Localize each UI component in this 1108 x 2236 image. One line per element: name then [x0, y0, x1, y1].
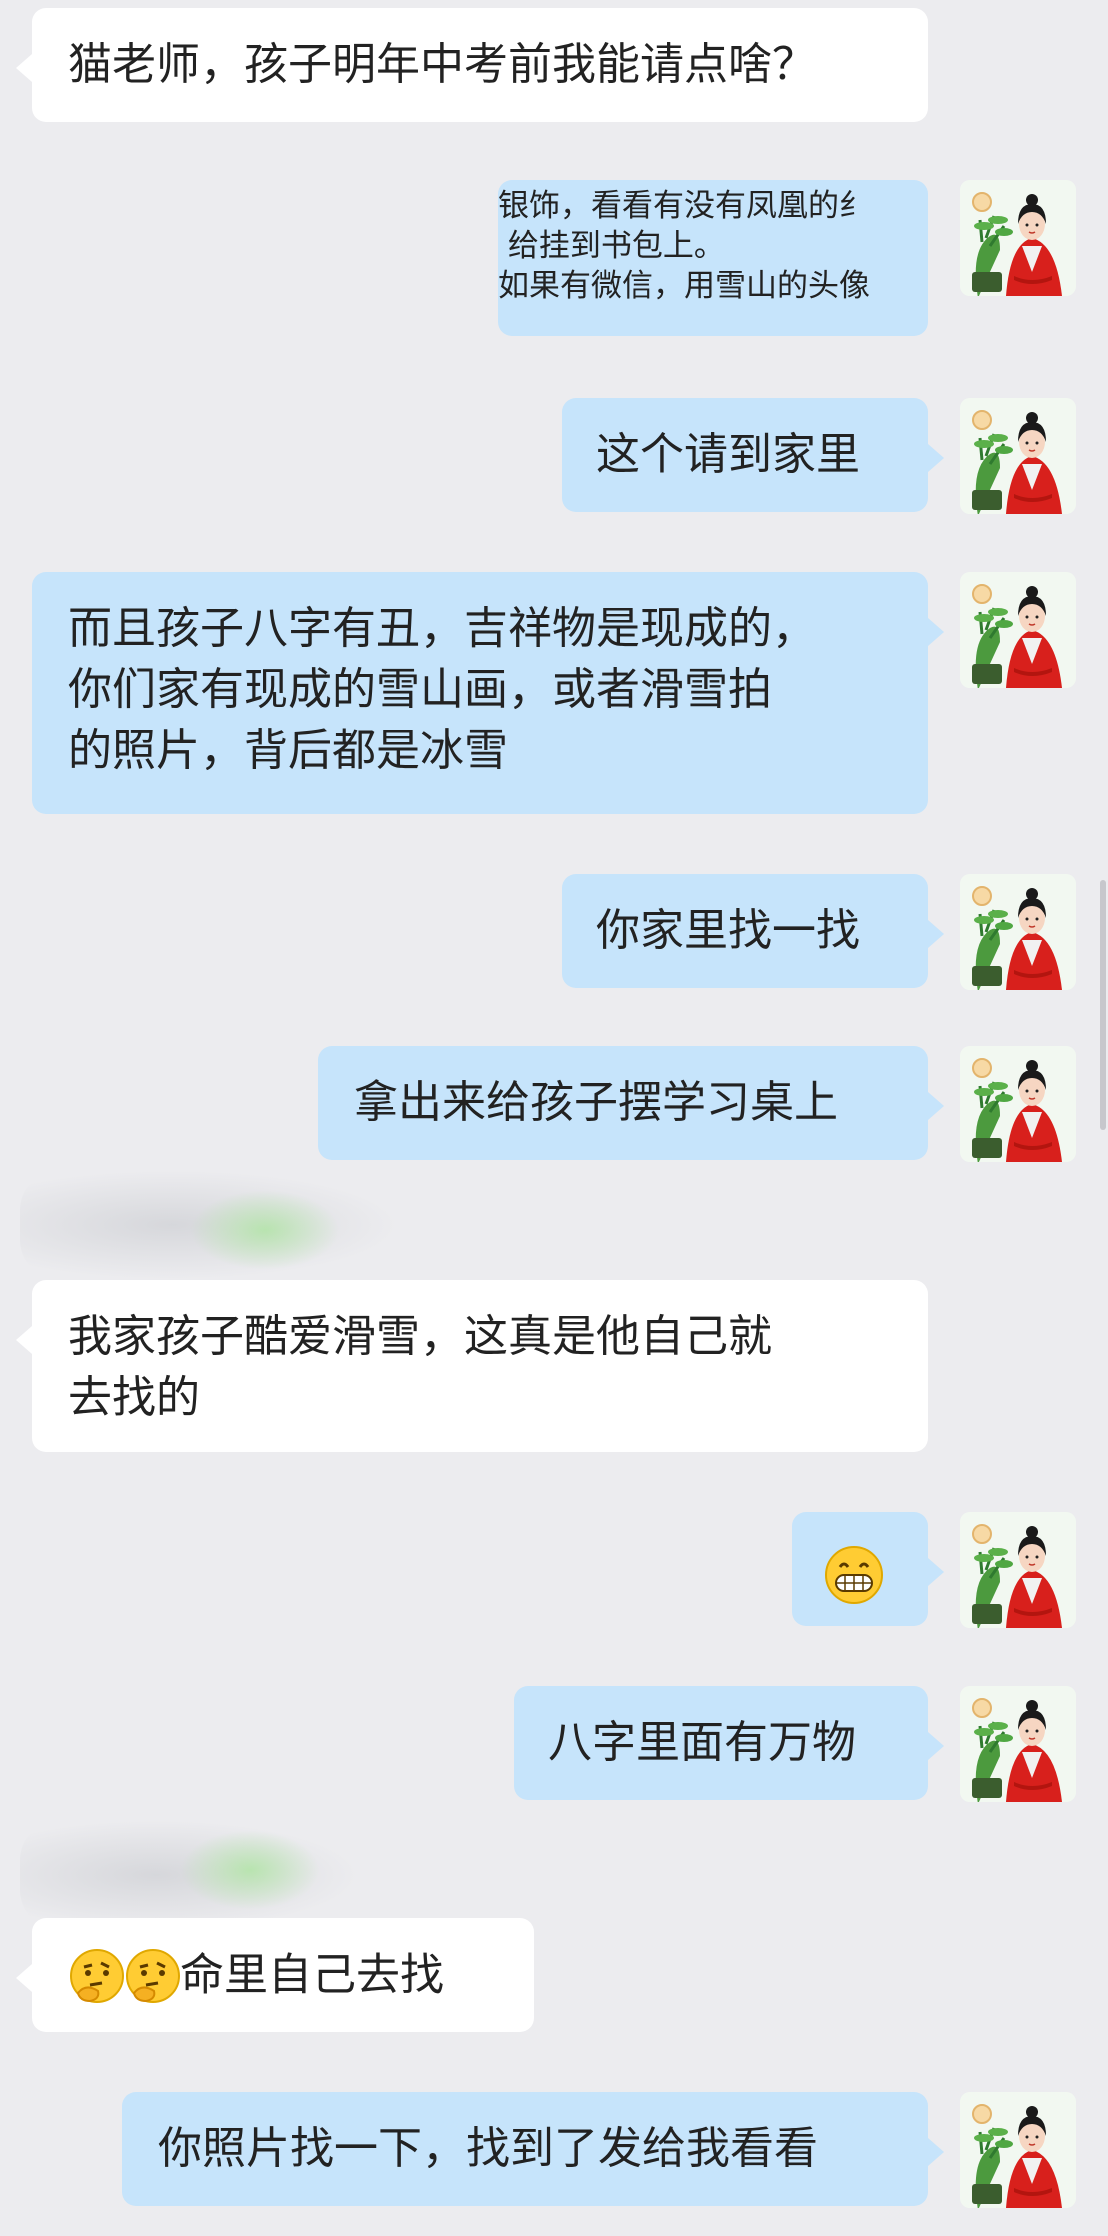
teacher-avatar-icon: [960, 1686, 1076, 1802]
message-line: 我家孩子酷爱滑雪，这真是他自己就: [68, 1311, 772, 1362]
message-line: 如果有微信，用雪山的头像: [498, 268, 870, 304]
teacher-avatar[interactable]: [960, 1686, 1076, 1802]
message-text: 你照片找一下，找到了发给我看看: [158, 2123, 818, 2174]
thinking-face-icon: [124, 1947, 180, 2003]
outgoing-message-bubble[interactable]: 你家里找一找: [562, 874, 944, 988]
scrollbar[interactable]: [1100, 880, 1106, 1130]
outgoing-message-bubble[interactable]: [792, 1512, 944, 1626]
message-text: 猫老师，孩子明年中考前我能请点啥？: [68, 39, 816, 90]
message-line: 银饰，看看有没有凤凰的纟: [498, 188, 870, 224]
teacher-avatar[interactable]: [960, 398, 1076, 514]
message-text: 拿出来给孩子摆学习桌上: [354, 1077, 838, 1128]
teacher-avatar-icon: [960, 2092, 1076, 2208]
blurred-sender-info: [20, 1170, 400, 1280]
teacher-avatar-icon: [960, 1512, 1076, 1628]
incoming-message-bubble[interactable]: 猫老师，孩子明年中考前我能请点啥？: [16, 8, 928, 122]
thinking-face-icon: [68, 1947, 124, 2003]
teacher-avatar[interactable]: [960, 572, 1076, 688]
grinning-face-icon: [824, 1545, 883, 1604]
outgoing-message-bubble[interactable]: 这个请到家里: [562, 398, 944, 512]
outgoing-message-bubble[interactable]: 你照片找一下，找到了发给我看看: [122, 2092, 944, 2206]
message-text: 你家里找一找: [596, 905, 860, 956]
incoming-message-bubble[interactable]: 我家孩子酷爱滑雪，这真是他自己就 去找的: [16, 1280, 928, 1452]
teacher-avatar-icon: [960, 572, 1076, 688]
outgoing-message-bubble[interactable]: 而且孩子八字有丑，吉祥物是现成的， 你们家有现成的雪山画，或者滑雪拍 的照片，背…: [32, 572, 944, 814]
message-text: 八字里面有万物: [548, 1717, 856, 1768]
outgoing-message-bubble[interactable]: 拿出来给孩子摆学习桌上: [318, 1046, 944, 1160]
teacher-avatar-icon: [960, 874, 1076, 990]
message-line: 的照片，背后都是冰雪: [68, 725, 508, 776]
message-line: 而且孩子八字有丑，吉祥物是现成的，: [68, 603, 816, 654]
message-line: 去找的: [68, 1372, 200, 1423]
teacher-avatar[interactable]: [960, 874, 1076, 990]
teacher-avatar-icon: [960, 398, 1076, 514]
teacher-avatar[interactable]: [960, 2092, 1076, 2208]
incoming-message-bubble[interactable]: 命里自己去找: [16, 1918, 534, 2032]
teacher-avatar[interactable]: [960, 1512, 1076, 1628]
teacher-avatar-icon: [960, 1046, 1076, 1162]
message-line: 你们家有现成的雪山画，或者滑雪拍: [68, 664, 772, 715]
teacher-avatar-icon: [960, 180, 1076, 296]
message-text: 命里自己去找: [180, 1949, 444, 2001]
teacher-avatar[interactable]: [960, 180, 1076, 296]
outgoing-message-bubble[interactable]: 八字里面有万物: [514, 1686, 944, 1800]
teacher-avatar[interactable]: [960, 1046, 1076, 1162]
message-line: 给挂到书包上。: [498, 228, 725, 264]
blurred-sender-info: [20, 1820, 360, 1930]
message-text: 这个请到家里: [596, 429, 860, 480]
outgoing-message-bubble[interactable]: 银饰，看看有没有凤凰的纟 给挂到书包上。 如果有微信，用雪山的头像: [498, 180, 928, 336]
